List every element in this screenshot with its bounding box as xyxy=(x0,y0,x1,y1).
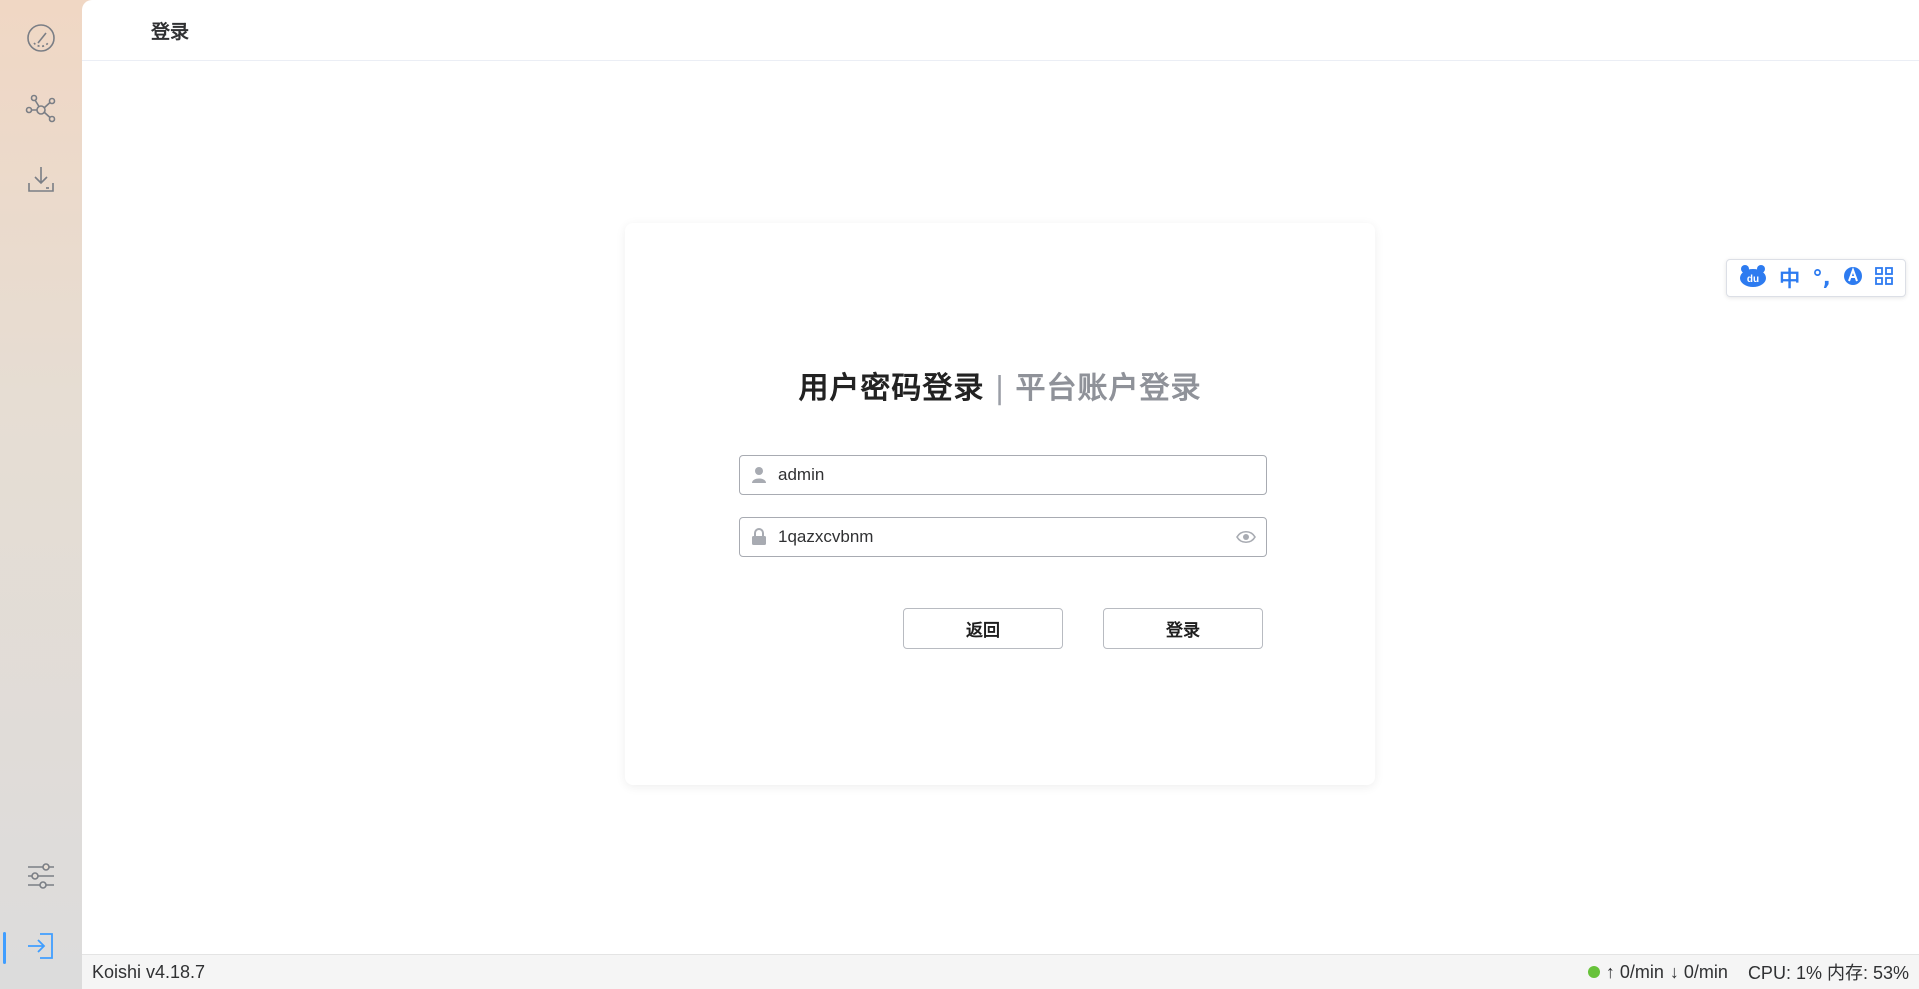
status-right: ↑ 0/min ↓ 0/min CPU: 1% 内存: 53% xyxy=(1587,959,1909,985)
activity-item-login[interactable] xyxy=(0,916,82,980)
password-field[interactable] xyxy=(739,517,1267,557)
eye-icon[interactable] xyxy=(1226,530,1266,544)
activity-item-download[interactable] xyxy=(0,150,82,214)
activity-item-network[interactable] xyxy=(0,80,82,144)
back-button[interactable]: 返回 xyxy=(903,608,1063,649)
tab-separator: | xyxy=(994,371,1006,406)
login-button[interactable]: 登录 xyxy=(1103,608,1263,649)
settings-sliders-icon xyxy=(24,859,58,898)
download-rate: ↓ 0/min xyxy=(1669,961,1728,982)
status-bar: Koishi v4.18.7 ↑ 0/min ↓ 0/min CPU: 1% 内… xyxy=(82,954,1919,989)
download-icon xyxy=(24,163,58,202)
cpu-memory-usage: CPU: 1% 内存: 53% xyxy=(1747,963,1909,983)
tab-password-login[interactable]: 用户密码登录 xyxy=(798,371,984,406)
svg-text:du: du xyxy=(1747,274,1759,285)
ime-menu-grid-icon[interactable] xyxy=(1875,266,1893,290)
network-icon xyxy=(24,93,58,132)
username-field[interactable] xyxy=(739,455,1267,495)
ime-toolbar: du 中 °, xyxy=(1726,259,1906,297)
main-panel: 登录 用户密码登录 | 平台账户登录 返回 登录 xyxy=(82,0,1919,954)
activity-bar xyxy=(0,0,82,989)
ime-skin-icon[interactable] xyxy=(1843,266,1863,291)
dashboard-icon xyxy=(24,21,58,60)
user-icon xyxy=(740,466,778,484)
password-input[interactable] xyxy=(778,518,1226,556)
version-label: Koishi v4.18.7 xyxy=(92,961,206,982)
status-dot-icon xyxy=(1587,966,1600,978)
page-title: 登录 xyxy=(151,21,190,43)
username-input[interactable] xyxy=(778,456,1266,494)
page-header: 登录 xyxy=(82,0,1919,61)
ime-logo-icon[interactable]: du xyxy=(1739,264,1767,293)
ime-chinese-toggle[interactable]: 中 xyxy=(1779,263,1800,293)
network-status: ↑ 0/min ↓ 0/min xyxy=(1587,961,1728,983)
ime-punctuation-toggle[interactable]: °, xyxy=(1812,266,1830,290)
tab-platform-login[interactable]: 平台账户登录 xyxy=(1016,371,1202,406)
upload-rate: ↑ 0/min xyxy=(1605,961,1664,982)
login-tabs: 用户密码登录 | 平台账户登录 xyxy=(625,363,1375,407)
lock-icon xyxy=(740,528,778,546)
login-icon xyxy=(24,929,58,968)
activity-item-dashboard[interactable] xyxy=(0,8,82,72)
login-card: 用户密码登录 | 平台账户登录 返回 登录 xyxy=(625,223,1375,785)
activity-item-settings[interactable] xyxy=(0,846,82,910)
